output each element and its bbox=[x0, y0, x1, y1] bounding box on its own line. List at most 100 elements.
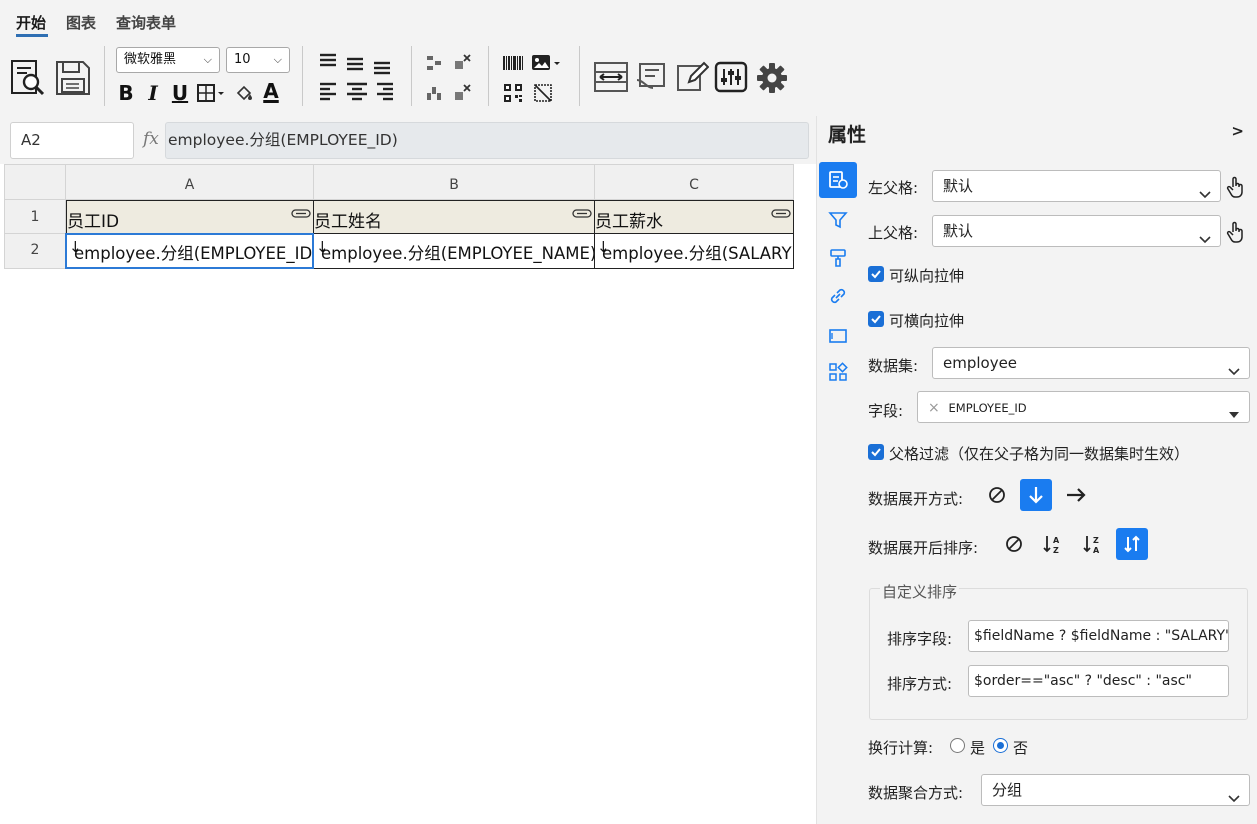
parameters-icon[interactable] bbox=[712, 58, 750, 96]
column-width-icon[interactable] bbox=[592, 58, 630, 96]
widgets-icon[interactable] bbox=[819, 354, 857, 390]
custom-sort-group bbox=[869, 588, 1248, 720]
report-settings-icon[interactable] bbox=[634, 58, 672, 96]
gear-icon[interactable] bbox=[754, 60, 790, 96]
sort-field-input[interactable]: $fieldName ? $fieldName : "SALARY" bbox=[968, 620, 1229, 652]
row-header-1[interactable]: 1 bbox=[4, 200, 66, 234]
expand-vertical-icon[interactable] bbox=[1020, 479, 1052, 511]
image-icon[interactable] bbox=[530, 52, 564, 74]
sort-order-input[interactable]: $order=="asc" ? "desc" : "asc" bbox=[968, 665, 1229, 697]
dataset-value: employee bbox=[943, 354, 1018, 372]
grid-corner[interactable] bbox=[4, 164, 66, 200]
insert-column-icon[interactable] bbox=[423, 82, 445, 104]
formula-input[interactable]: employee.分组(EMPLOYEE_ID) bbox=[165, 122, 809, 159]
align-bottom-icon[interactable] bbox=[370, 58, 394, 78]
tag-remove-icon[interactable]: × bbox=[928, 400, 940, 416]
cell-b2[interactable]: ↓ employee.分组(EMPLOYEE_NAME) bbox=[314, 234, 595, 269]
cell-c1[interactable]: 员工薪水 bbox=[595, 200, 794, 234]
toolbar-separator bbox=[104, 46, 105, 106]
edit-icon[interactable] bbox=[674, 58, 710, 96]
align-right-icon[interactable] bbox=[373, 80, 397, 102]
delete-column-icon[interactable] bbox=[451, 82, 473, 104]
sort-none-icon[interactable] bbox=[1000, 529, 1028, 559]
tab-start[interactable]: 开始 bbox=[16, 12, 46, 33]
wrap-calc-no-label: 否 bbox=[1013, 739, 1029, 757]
expand-horizontal-icon[interactable] bbox=[1062, 480, 1090, 510]
cell-reference-box[interactable]: A2 bbox=[10, 122, 134, 159]
delete-row-icon[interactable] bbox=[451, 52, 473, 74]
align-middle-icon[interactable] bbox=[343, 54, 367, 74]
slash-cell-icon[interactable] bbox=[530, 82, 556, 104]
collapse-panel-button[interactable]: > bbox=[1231, 122, 1244, 140]
filter-icon[interactable] bbox=[819, 202, 857, 238]
vertical-stretch-checkbox[interactable] bbox=[868, 266, 884, 282]
toolbar-separator bbox=[411, 46, 412, 106]
top-parent-label: 上父格: bbox=[868, 224, 919, 242]
column-header-c[interactable]: C bbox=[595, 164, 794, 200]
dataset-select[interactable]: employee bbox=[932, 347, 1250, 379]
menu-tab-bar: 开始 图表 查询表单 bbox=[0, 0, 1257, 40]
cell-a2-text: employee.分组(EMPLOYEE_ID) bbox=[74, 244, 314, 263]
horizontal-stretch-checkbox[interactable] bbox=[868, 311, 884, 327]
pick-cell-hand-icon[interactable] bbox=[1226, 176, 1246, 202]
tab-charts[interactable]: 图表 bbox=[66, 12, 96, 33]
field-select[interactable]: × EMPLOYEE_ID bbox=[917, 391, 1250, 423]
sort-descending-icon[interactable]: ZA bbox=[1079, 529, 1107, 559]
column-header-a[interactable]: A bbox=[66, 164, 314, 200]
font-color-button[interactable]: A bbox=[260, 80, 282, 102]
active-tab-indicator bbox=[16, 34, 48, 37]
aggregate-value: 分组 bbox=[992, 781, 1023, 799]
sort-custom-icon[interactable] bbox=[1116, 528, 1148, 560]
top-parent-select[interactable]: 默认 bbox=[932, 215, 1221, 247]
tab-query-form[interactable]: 查询表单 bbox=[116, 12, 176, 33]
fill-color-icon[interactable] bbox=[232, 82, 256, 104]
expand-none-icon[interactable] bbox=[983, 480, 1011, 510]
sort-field-label: 排序字段: bbox=[887, 630, 953, 648]
frame-icon[interactable] bbox=[819, 318, 857, 354]
vertical-stretch-label: 可纵向拉伸 bbox=[889, 267, 965, 285]
left-parent-select[interactable]: 默认 bbox=[932, 170, 1221, 202]
align-top-icon[interactable] bbox=[316, 50, 340, 70]
horizontal-stretch-label: 可横向拉伸 bbox=[889, 312, 965, 330]
link-icon[interactable] bbox=[819, 278, 857, 314]
preview-icon[interactable] bbox=[8, 58, 48, 98]
panel-title: 属性 bbox=[828, 124, 867, 146]
cell-b2-text: employee.分组(EMPLOYEE_NAME) bbox=[321, 244, 595, 263]
italic-button[interactable]: I bbox=[143, 82, 163, 104]
wrap-calc-yes-radio[interactable] bbox=[950, 738, 965, 753]
align-left-icon[interactable] bbox=[316, 80, 340, 102]
cell-a1[interactable]: 员工ID bbox=[66, 200, 314, 234]
sort-ascending-icon[interactable]: AZ bbox=[1039, 529, 1067, 559]
save-icon[interactable] bbox=[52, 58, 94, 98]
paperclip-icon bbox=[572, 204, 592, 224]
field-tag: EMPLOYEE_ID bbox=[948, 401, 1027, 415]
font-family-select[interactable]: 微软雅黑 ⌵ bbox=[116, 47, 220, 73]
cell-c2[interactable]: ↓ employee.分组(SALARY) bbox=[595, 234, 794, 269]
format-brush-icon[interactable] bbox=[819, 240, 857, 276]
aggregate-select[interactable]: 分组 bbox=[981, 774, 1250, 806]
border-icon[interactable] bbox=[196, 82, 228, 104]
underline-button[interactable]: U bbox=[170, 82, 190, 104]
wrap-calc-no-radio[interactable] bbox=[993, 738, 1008, 753]
chevron-down-icon: ⌵ bbox=[203, 53, 212, 66]
chevron-down-icon bbox=[1199, 180, 1211, 210]
cell-b1[interactable]: 员工姓名 bbox=[314, 200, 595, 234]
field-label: 字段: bbox=[868, 402, 904, 420]
bold-button[interactable]: B bbox=[116, 82, 136, 104]
cell-properties-tab[interactable] bbox=[819, 162, 857, 198]
qrcode-icon[interactable] bbox=[500, 82, 526, 104]
svg-text:Z: Z bbox=[1093, 536, 1099, 545]
parent-filter-checkbox[interactable] bbox=[868, 444, 884, 460]
row-header-2[interactable]: 2 bbox=[4, 234, 66, 269]
insert-row-icon[interactable] bbox=[423, 52, 445, 74]
align-center-icon[interactable] bbox=[345, 80, 369, 102]
wrap-calc-label: 换行计算: bbox=[868, 739, 934, 757]
font-size-value: 10 bbox=[234, 52, 251, 67]
barcode-icon[interactable] bbox=[500, 52, 526, 74]
pick-cell-hand-icon[interactable] bbox=[1226, 221, 1246, 247]
cell-a2[interactable]: ↓ employee.分组(EMPLOYEE_ID) bbox=[66, 234, 314, 269]
column-header-b[interactable]: B bbox=[314, 164, 595, 200]
font-size-select[interactable]: 10 ⌵ bbox=[226, 47, 290, 73]
toolbar: 微软雅黑 ⌵ 10 ⌵ B I U A bbox=[0, 40, 1257, 116]
chevron-down-icon: ⌵ bbox=[273, 53, 282, 66]
